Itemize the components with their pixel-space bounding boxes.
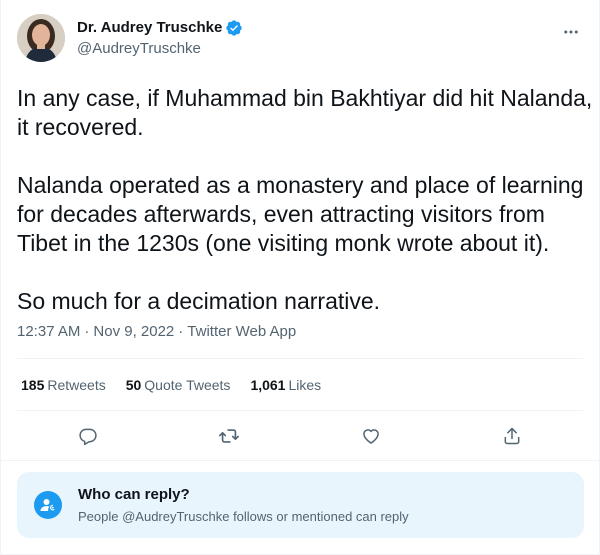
like-icon[interactable]: [355, 420, 387, 452]
tweet-stats: 185 Retweets 50 Quote Tweets 1,061 Likes: [21, 375, 341, 395]
tweet-paragraph: Nalanda operated as a monastery and plac…: [17, 172, 584, 256]
avatar[interactable]: [17, 14, 65, 62]
tweet-metadata: 12:37 AM · Nov 9, 2022 · Twitter Web App: [17, 322, 296, 342]
meta-separator: ·: [178, 323, 184, 340]
divider: [1, 460, 599, 461]
quote-tweets-stat[interactable]: 50 Quote Tweets: [126, 375, 231, 395]
author-handle[interactable]: @AudreyTruschke: [77, 39, 243, 59]
tweet-timestamp[interactable]: 12:37 AM · Nov 9, 2022: [17, 322, 174, 342]
reply-icon[interactable]: [72, 420, 104, 452]
divider: [17, 410, 583, 411]
tweet-paragraph: In any case, if Muhammad bin Bakhtiyar d…: [17, 85, 593, 140]
verified-badge-icon: [225, 19, 243, 37]
reply-restriction-notice: Who can reply? People @AudreyTruschke fo…: [17, 472, 584, 538]
tweet-text: In any case, if Muhammad bin Bakhtiyar d…: [17, 84, 593, 316]
retweets-stat[interactable]: 185 Retweets: [21, 375, 106, 395]
divider: [17, 358, 583, 359]
author-display-name[interactable]: Dr. Audrey Truschke: [77, 18, 222, 38]
tweet-actions: [17, 420, 583, 452]
mention-user-icon: [34, 491, 62, 519]
tweet-header: Dr. Audrey Truschke @AudreyTruschke: [17, 14, 583, 66]
share-icon[interactable]: [496, 420, 528, 452]
retweet-icon[interactable]: [213, 420, 245, 452]
tweet-source-link[interactable]: Twitter Web App: [187, 322, 296, 342]
reply-restriction-title: Who can reply?: [78, 485, 190, 503]
more-options-icon[interactable]: [559, 20, 583, 44]
tweet-detail: Dr. Audrey Truschke @AudreyTruschke In a…: [0, 0, 600, 555]
author-info: Dr. Audrey Truschke @AudreyTruschke: [77, 14, 243, 59]
tweet-paragraph: So much for a decimation narrative.: [17, 288, 381, 314]
reply-restriction-subtitle: People @AudreyTruschke follows or mentio…: [78, 508, 409, 524]
likes-stat[interactable]: 1,061 Likes: [250, 375, 321, 395]
